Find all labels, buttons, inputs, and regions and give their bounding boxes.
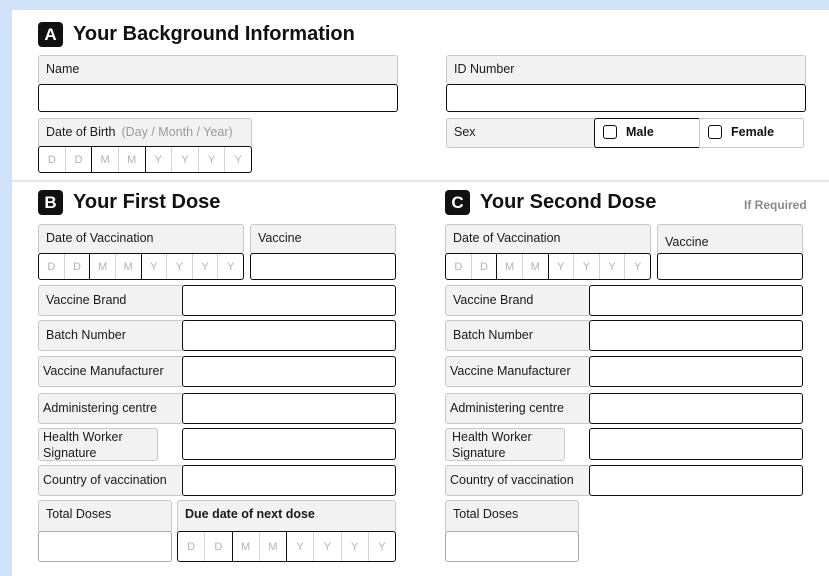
vaccination-form: A Your Background Information Name ID Nu…: [12, 10, 829, 576]
c-administering-centre-label: Administering centre: [445, 393, 591, 424]
section-a-heading: Your Background Information: [73, 23, 355, 45]
id-number-label: ID Number: [446, 55, 806, 85]
dob-label-text: Date of Birth: [46, 125, 116, 139]
c-vaccine-brand-input[interactable]: [589, 285, 803, 316]
b-vaccine-label: Vaccine: [250, 224, 396, 254]
date-cell: D: [39, 254, 65, 279]
section-a-title: A Your Background Information: [38, 22, 355, 47]
c-health-worker-signature-label: Health Worker Signature: [445, 428, 565, 461]
male-checkbox-icon[interactable]: [603, 125, 617, 139]
date-cell: M: [523, 254, 549, 279]
c-health-worker-signature-input[interactable]: [589, 428, 803, 460]
female-label: Female: [731, 125, 775, 139]
section-a-badge: A: [38, 22, 63, 47]
b-batch-number-input[interactable]: [182, 320, 396, 351]
b-next-dose-label: Due date of next dose: [177, 500, 396, 533]
date-cell: D: [39, 147, 66, 172]
date-cell: M: [233, 532, 260, 561]
date-cell: M: [497, 254, 523, 279]
b-total-doses-label: Total Doses: [38, 500, 172, 533]
section-c-title: C Your Second Dose: [445, 190, 656, 215]
section-b-badge: B: [38, 190, 63, 215]
date-cell: M: [92, 147, 119, 172]
id-number-input[interactable]: [446, 84, 806, 112]
date-cell: Y: [574, 254, 600, 279]
section-c-badge: C: [445, 190, 470, 215]
date-cell: D: [178, 532, 206, 561]
c-total-doses-label: Total Doses: [445, 500, 579, 533]
b-next-dose-date-input[interactable]: D D M M Y Y Y Y: [177, 531, 396, 562]
b-country-of-vaccination-label: Country of vaccination: [38, 465, 184, 496]
b-country-of-vaccination-input[interactable]: [182, 465, 396, 496]
b-health-worker-signature-input[interactable]: [182, 428, 396, 460]
date-cell: Y: [234, 153, 242, 166]
b-date-of-vaccination-label: Date of Vaccination: [38, 224, 244, 254]
b-vaccine-manufacturer-input[interactable]: [182, 356, 396, 387]
c-date-of-vaccination-label: Date of Vaccination: [445, 224, 651, 254]
c-total-doses-input[interactable]: [445, 531, 579, 562]
date-cell: M: [260, 532, 287, 561]
date-cell: Y: [193, 254, 219, 279]
c-vaccine-input[interactable]: [657, 253, 803, 280]
date-cell: D: [66, 147, 93, 172]
section-b-title: B Your First Dose: [38, 190, 220, 215]
date-cell: D: [446, 254, 472, 279]
b-vaccine-manufacturer-label: Vaccine Manufacturer: [38, 356, 184, 387]
c-vaccine-manufacturer-input[interactable]: [589, 356, 803, 387]
b-administering-centre-input[interactable]: [182, 393, 396, 424]
if-required-note: If Required: [744, 198, 807, 212]
sex-male-option[interactable]: Male: [594, 118, 700, 148]
date-cell: Y: [227, 260, 235, 273]
date-cell: Y: [634, 260, 642, 273]
date-cell: D: [65, 254, 91, 279]
date-cell: Y: [314, 532, 342, 561]
b-health-worker-signature-label: Health Worker Signature: [38, 428, 158, 461]
dob-hint: (Day / Month / Year): [121, 125, 233, 139]
male-label: Male: [626, 125, 654, 139]
date-cell: Y: [378, 540, 386, 553]
b-administering-centre-label: Administering centre: [38, 393, 184, 424]
date-cell: Y: [549, 254, 575, 279]
section-divider: [12, 180, 829, 182]
c-batch-number-input[interactable]: [589, 320, 803, 351]
c-vaccine-manufacturer-label: Vaccine Manufacturer: [445, 356, 591, 387]
c-date-of-vaccination-input[interactable]: D D M M Y Y Y Y: [445, 253, 651, 280]
c-country-of-vaccination-label: Country of vaccination: [445, 465, 591, 496]
name-input[interactable]: [38, 84, 398, 112]
date-cell: Y: [287, 532, 315, 561]
dob-label: Date of Birth (Day / Month / Year): [38, 118, 252, 148]
date-cell: Y: [142, 254, 168, 279]
date-cell: Y: [600, 254, 626, 279]
section-b-heading: Your First Dose: [73, 191, 221, 213]
date-cell: M: [90, 254, 116, 279]
b-vaccine-brand-label: Vaccine Brand: [38, 285, 184, 316]
date-cell: Y: [146, 147, 173, 172]
b-total-doses-input[interactable]: [38, 531, 172, 562]
name-label: Name: [38, 55, 398, 85]
b-vaccine-brand-input[interactable]: [182, 285, 396, 316]
b-batch-number-label: Batch Number: [38, 320, 184, 351]
sex-female-option[interactable]: Female: [699, 118, 804, 148]
section-c-heading: Your Second Dose: [480, 191, 657, 213]
c-country-of-vaccination-input[interactable]: [589, 465, 803, 496]
date-cell: M: [116, 254, 142, 279]
b-date-of-vaccination-input[interactable]: D D M M Y Y Y Y: [38, 253, 244, 280]
date-cell: D: [205, 532, 233, 561]
sex-label-text: Sex: [454, 125, 476, 140]
date-cell: Y: [199, 147, 226, 172]
date-cell: M: [119, 147, 146, 172]
date-cell: D: [472, 254, 498, 279]
female-checkbox-icon[interactable]: [708, 125, 722, 139]
date-cell: Y: [342, 532, 369, 561]
date-cell: Y: [172, 147, 199, 172]
date-cell: Y: [167, 254, 193, 279]
c-batch-number-label: Batch Number: [445, 320, 591, 351]
c-vaccine-brand-label: Vaccine Brand: [445, 285, 591, 316]
c-administering-centre-input[interactable]: [589, 393, 803, 424]
b-vaccine-input[interactable]: [250, 253, 396, 280]
dob-date-input[interactable]: D D M M Y Y Y Y: [38, 146, 252, 173]
